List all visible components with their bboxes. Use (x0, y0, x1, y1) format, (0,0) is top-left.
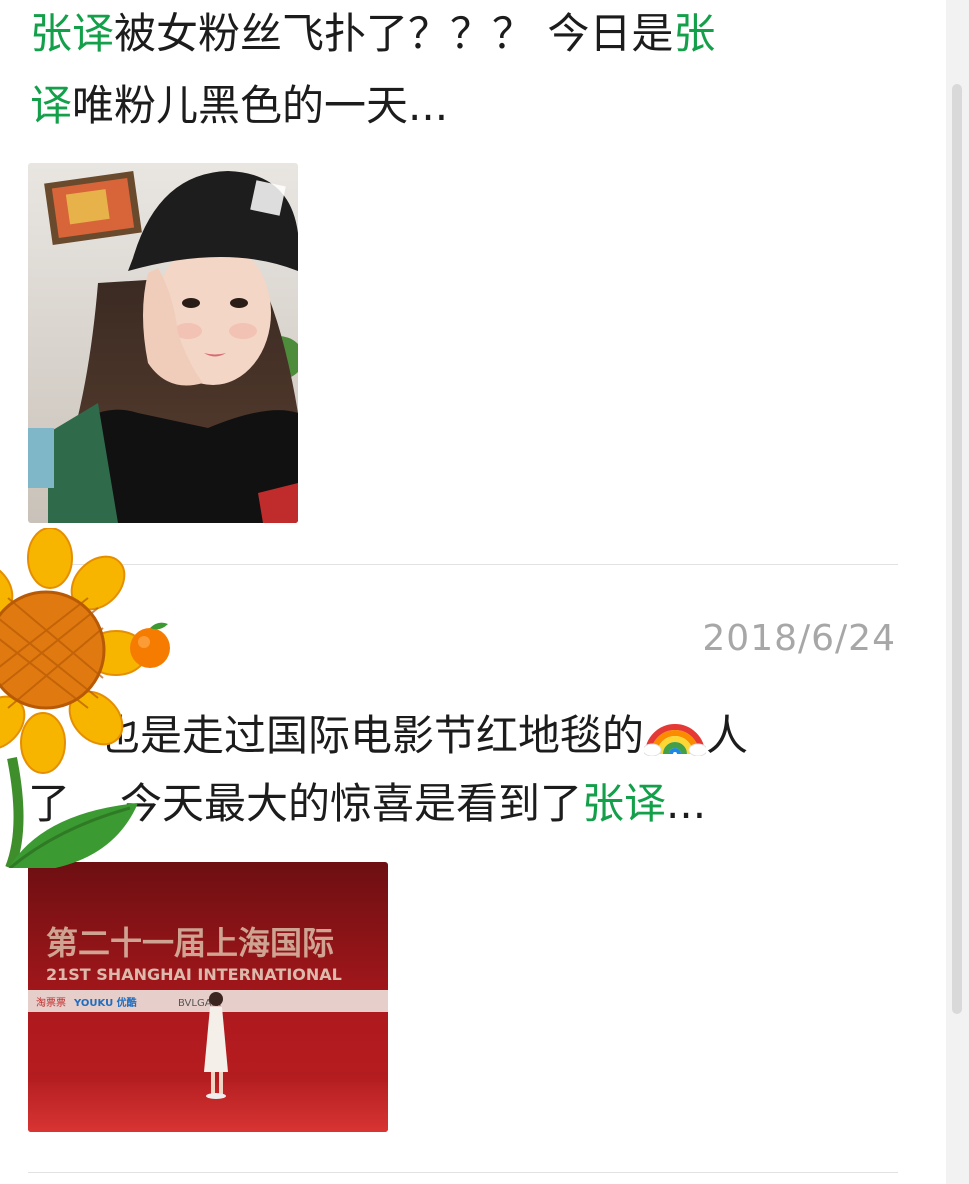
post-text-fragment: 被女粉丝飞扑了？？？ 今日是 (114, 9, 674, 58)
feed-list[interactable]: 张译被女粉丝飞扑了？？？ 今日是张 译唯粉儿黑色的一天... 2018/6/24… (0, 0, 946, 1184)
highlight-keyword[interactable]: 张译 (582, 779, 666, 828)
sunflower-sticker-icon (0, 527, 174, 873)
banner-en: 21ST SHANGHAI INTERNATIONAL (46, 965, 342, 984)
highlight-keyword[interactable]: 译 (30, 81, 72, 130)
post-text-fragment: 也是走过国际电影节红地毯的 (98, 711, 645, 760)
sponsor-logo: YOUKU 优酷 (73, 996, 137, 1009)
orange-icon (128, 618, 174, 670)
post-text-line: 张译被女粉丝飞扑了？？？ 今日是张 (30, 0, 715, 68)
rainbow-icon (642, 704, 708, 776)
post-text-fragment: 唯粉儿黑色的一天... (72, 81, 449, 130)
highlight-keyword[interactable]: 张译 (30, 9, 114, 58)
scrollbar[interactable] (946, 0, 969, 1184)
post-text-line: 译唯粉儿黑色的一天... (30, 72, 448, 140)
post-text-fragment: 今天最大的惊喜是看到了 (120, 779, 583, 828)
post-text-fragment: ... (666, 779, 707, 828)
post-text-line: 也是走过国际电影节红地毯的 人 (98, 702, 748, 776)
highlight-keyword[interactable]: 张 (673, 9, 715, 58)
selfie-photo[interactable] (28, 163, 298, 523)
banner-cn: 第二十一届上海国际 (46, 924, 334, 962)
red-carpet-photo[interactable]: 第二十一届上海国际 21ST SHANGHAI INTERNATIONAL 淘票… (28, 862, 388, 1132)
divider (28, 1172, 898, 1173)
sponsor-logo: 淘票票 (36, 996, 66, 1009)
scrollbar-thumb[interactable] (952, 84, 962, 1014)
moments-feed-page: 张译被女粉丝飞扑了？？？ 今日是张 译唯粉儿黑色的一天... 2018/6/24… (0, 0, 969, 1184)
post-text-fragment: 人 (706, 711, 749, 760)
post-date: 2018/6/24 (702, 618, 896, 659)
